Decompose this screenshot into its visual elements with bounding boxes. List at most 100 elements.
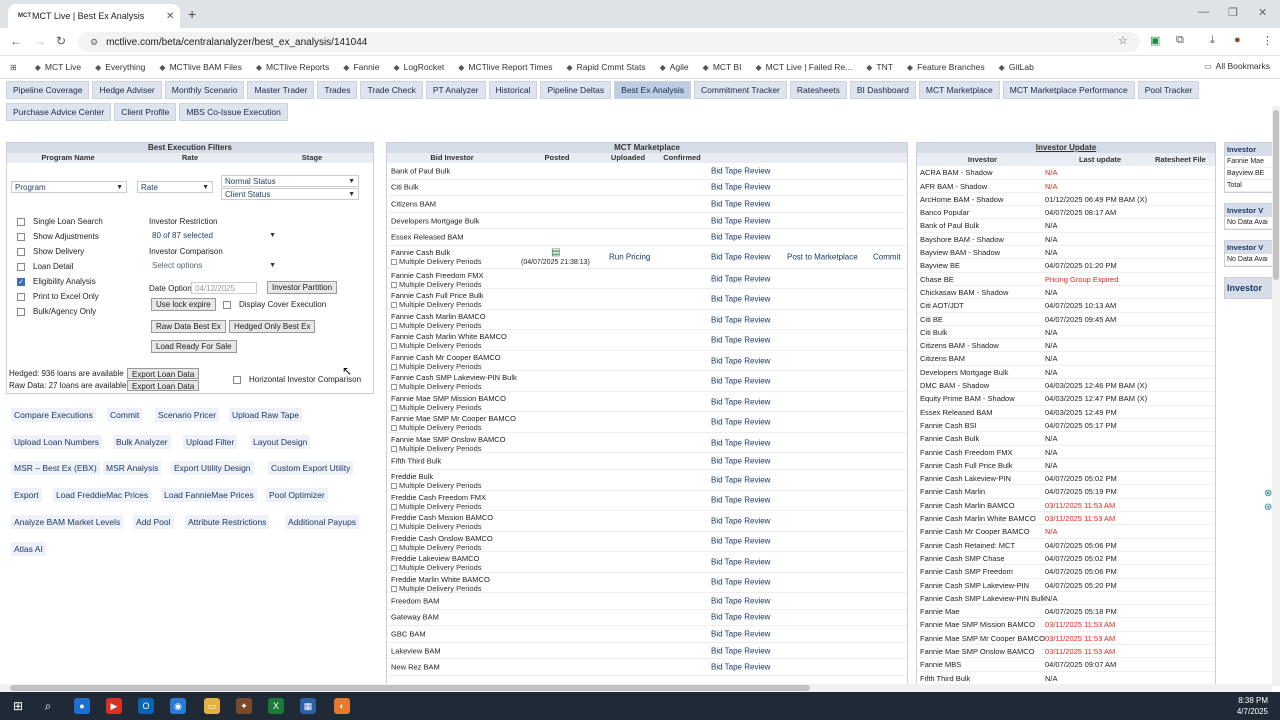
checkbox-box[interactable] xyxy=(391,483,397,490)
filter-checkbox[interactable]: Show Delivery xyxy=(17,247,84,256)
ratesheet-file[interactable] xyxy=(1155,446,1215,458)
bookmark-item[interactable]: ◆ MCTlive BAM Files xyxy=(159,62,241,72)
commit-button[interactable]: Commit xyxy=(873,252,901,261)
bid-tape-review-button[interactable]: Bid Tape Review xyxy=(711,475,770,484)
bid-tape-review-button[interactable]: Bid Tape Review xyxy=(711,457,770,466)
export-hedged-loan-data-button[interactable]: Export Loan Data xyxy=(127,368,200,379)
multiple-delivery-periods[interactable]: Multiple Delivery Periods xyxy=(391,321,482,330)
run-pricing-button[interactable]: Run Pricing xyxy=(609,252,650,261)
action-button[interactable]: Compare Executions xyxy=(11,408,96,422)
date-input[interactable]: 04/12/2025 xyxy=(191,282,257,294)
bid-tape-review-button[interactable]: Bid Tape Review xyxy=(711,166,770,175)
nav-tab[interactable]: Pipeline Coverage xyxy=(6,81,90,99)
action-button[interactable]: Scenario Pricer xyxy=(155,408,220,422)
ratesheet-file[interactable] xyxy=(1155,512,1215,524)
close-tab-icon[interactable]: ✕ xyxy=(166,11,180,22)
bid-tape-review-button[interactable]: Bid Tape Review xyxy=(711,516,770,525)
ratesheet-file[interactable] xyxy=(1155,592,1215,604)
reload-icon[interactable]: ↻ xyxy=(56,34,66,48)
nav-tab[interactable]: Best Ex Analysis xyxy=(614,81,691,99)
ratesheet-file[interactable] xyxy=(1155,246,1215,258)
bookmark-item[interactable]: ◆ Agile xyxy=(660,62,689,72)
ratesheet-file[interactable] xyxy=(1155,632,1215,644)
ratesheet-file[interactable] xyxy=(1155,273,1215,285)
nav-tab[interactable]: Trades xyxy=(317,81,358,99)
nav-tab[interactable]: Master Trader xyxy=(247,81,315,99)
browser-tab[interactable]: MCT MCT Live | Best Ex Analysis ✕ xyxy=(8,4,180,28)
bid-tape-review-button[interactable]: Bid Tape Review xyxy=(711,252,770,261)
active-app-icon[interactable]: ◐ xyxy=(334,698,350,714)
checkbox-box[interactable] xyxy=(391,425,397,432)
panel-title[interactable]: Investor Update xyxy=(917,143,1215,153)
action-button[interactable]: Atlas AI xyxy=(11,541,46,556)
nav-tab[interactable]: PT Analyzer xyxy=(425,81,486,99)
checkbox-box[interactable] xyxy=(17,217,25,226)
checkbox-box[interactable] xyxy=(391,445,397,452)
multiple-delivery-periods[interactable]: Multiple Delivery Periods xyxy=(391,563,482,572)
url-field[interactable]: ⚙ mctlive.com/beta/centralanalyzer/best_… xyxy=(78,32,1140,52)
bid-tape-review-button[interactable]: Bid Tape Review xyxy=(711,233,770,242)
multiple-delivery-periods[interactable]: Multiple Delivery Periods xyxy=(391,257,482,266)
outlook-icon[interactable]: O xyxy=(138,698,154,714)
browser-icon[interactable]: ◉ xyxy=(170,698,186,714)
ratesheet-file[interactable] xyxy=(1155,180,1215,192)
restore-icon[interactable]: ❐ xyxy=(1228,6,1238,19)
action-button[interactable]: Upload Raw Tape xyxy=(229,408,302,422)
ratesheet-file[interactable] xyxy=(1155,259,1215,271)
multiple-delivery-periods[interactable]: Multiple Delivery Periods xyxy=(391,341,482,350)
site-info-icon[interactable]: ⚙ xyxy=(90,37,98,48)
file-explorer-icon[interactable]: ▭ xyxy=(204,698,220,714)
hedged-only-best-ex-button[interactable]: Hedged Only Best Ex xyxy=(229,320,316,333)
nav-tab[interactable]: MCT Marketplace Performance xyxy=(1002,81,1135,99)
checkbox-box[interactable] xyxy=(391,404,397,411)
forward-icon[interactable]: → xyxy=(34,34,46,48)
app-icon[interactable]: ▶ xyxy=(106,698,122,714)
bid-tape-review-button[interactable]: Bid Tape Review xyxy=(711,663,770,672)
ratesheet-file[interactable] xyxy=(1155,406,1215,418)
ratesheet-file[interactable] xyxy=(1155,219,1215,231)
ratesheet-file[interactable] xyxy=(1155,672,1215,684)
bookmark-item[interactable]: ◆ MCT Live xyxy=(35,62,81,72)
nav-tab[interactable]: Commitment Tracker xyxy=(694,81,787,99)
multiple-delivery-periods[interactable]: Multiple Delivery Periods xyxy=(391,362,482,371)
bookmark-item[interactable]: ◆ MCTlive Report Times xyxy=(458,62,552,72)
multiple-delivery-periods[interactable]: Multiple Delivery Periods xyxy=(391,423,482,432)
bid-tape-review-button[interactable]: Bid Tape Review xyxy=(711,613,770,622)
bid-tape-review-button[interactable]: Bid Tape Review xyxy=(711,274,770,283)
scrollbar-thumb[interactable] xyxy=(1273,110,1279,280)
ratesheet-file[interactable] xyxy=(1155,233,1215,245)
checkbox-box[interactable] xyxy=(17,232,25,241)
bid-tape-review-button[interactable]: Bid Tape Review xyxy=(711,216,770,225)
rate-select[interactable]: Rate ▼ xyxy=(137,181,213,193)
checkbox-box[interactable] xyxy=(391,565,397,572)
multiple-delivery-periods[interactable]: Multiple Delivery Periods xyxy=(391,300,482,309)
checkbox-box[interactable] xyxy=(391,281,397,288)
action-button[interactable]: Upload Filter xyxy=(183,434,238,449)
action-button[interactable]: Custom Export Utility xyxy=(268,461,354,476)
ratesheet-file[interactable] xyxy=(1155,499,1215,511)
ratesheet-file[interactable] xyxy=(1155,525,1215,537)
bid-tape-review-button[interactable]: Bid Tape Review xyxy=(711,315,770,324)
bookmark-item[interactable]: ◆ Everything xyxy=(95,62,145,72)
checkbox-box[interactable] xyxy=(391,503,397,510)
ratesheet-file[interactable] xyxy=(1155,605,1215,617)
app-icon[interactable]: ✦ xyxy=(236,698,252,714)
back-icon[interactable]: ← xyxy=(10,34,22,48)
checkbox-box[interactable] xyxy=(223,300,231,309)
bookmark-item[interactable]: ◆ Rapid Cmmt Stats xyxy=(566,62,645,72)
ratesheet-file[interactable] xyxy=(1155,299,1215,311)
close-window-icon[interactable]: ✕ xyxy=(1258,6,1267,19)
bid-tape-review-button[interactable]: Bid Tape Review xyxy=(711,199,770,208)
chrome-icon[interactable]: ● xyxy=(74,698,90,714)
nav-tab[interactable]: Pipeline Deltas xyxy=(540,81,612,99)
bid-tape-review-button[interactable]: Bid Tape Review xyxy=(711,183,770,192)
ratesheet-file[interactable] xyxy=(1155,645,1215,657)
investor-partition-button[interactable]: Investor Partition xyxy=(267,281,338,294)
nav-tab[interactable]: Pool Tracker xyxy=(1137,81,1200,99)
export-raw-loan-data-button[interactable]: Export Loan Data xyxy=(127,380,200,391)
ratesheet-file[interactable] xyxy=(1155,352,1215,364)
action-button[interactable]: Export xyxy=(11,488,42,503)
bookmark-item[interactable]: ◆ Fannie xyxy=(343,62,379,72)
action-button[interactable]: Layout Design xyxy=(250,434,311,449)
stage-client-select[interactable]: Client Status ▼ xyxy=(221,188,359,200)
